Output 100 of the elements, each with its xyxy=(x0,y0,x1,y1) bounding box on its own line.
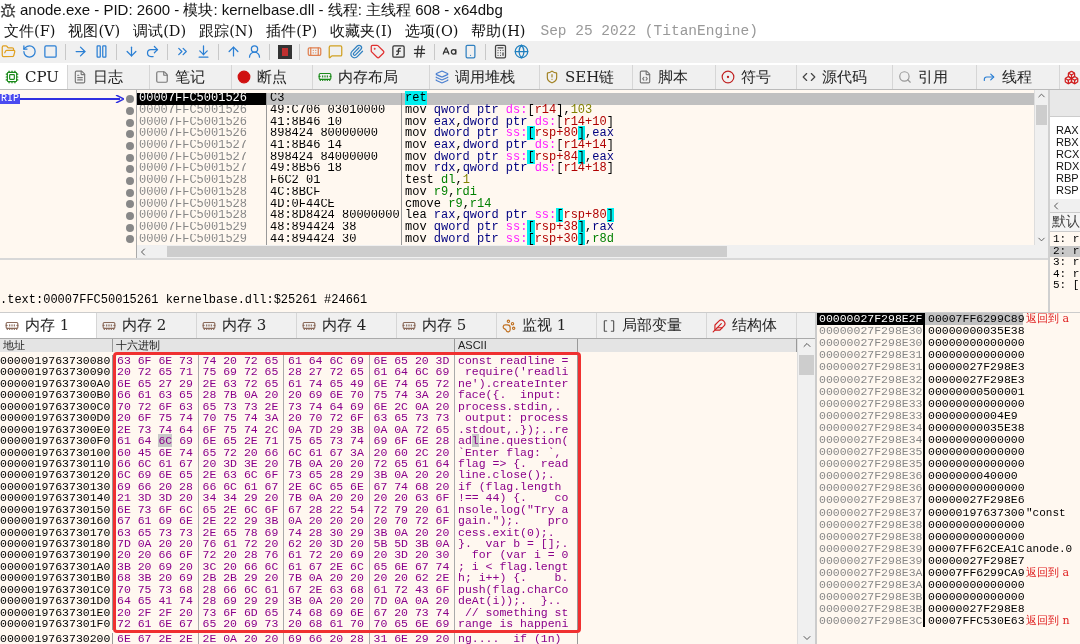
hex-cell: 60 45 6E 74 xyxy=(113,446,199,458)
menu-item[interactable]: 调试(D) xyxy=(129,21,196,41)
breakpoint-dot[interactable] xyxy=(126,200,134,209)
breakpoint-dot[interactable] xyxy=(126,165,134,174)
comment-cell-text: 返回到 a xyxy=(1025,313,1071,326)
bug-icon xyxy=(0,2,16,19)
info-line: .text:00007FFC50015261 kernelbase.dll:$25261 #24661 xyxy=(0,293,368,308)
bytes-cell: F6C2 01 xyxy=(267,175,402,187)
hex-cell: 28 7B 0A 20 xyxy=(198,389,284,401)
scroll-thumb[interactable] xyxy=(799,355,814,376)
comment-cell-text: 返回到 a xyxy=(1025,567,1071,580)
tab[interactable]: CPU xyxy=(0,64,68,90)
breakpoint-dot[interactable] xyxy=(126,188,134,197)
restart-icon[interactable] xyxy=(21,43,38,61)
scroll-thumb[interactable] xyxy=(167,246,727,258)
register-name: RDX xyxy=(1055,160,1080,173)
address-cell-text: 00000027F298E37 xyxy=(818,506,923,519)
breakpoint-dot[interactable] xyxy=(126,118,134,127)
hex-cell: 6E 73 6F 6C xyxy=(113,503,199,516)
ascii-cell: cess.exit(0);. xyxy=(455,526,578,539)
bytes-cell: 48:8D8424 80000000 xyxy=(267,210,402,222)
argument-row[interactable]: 1: r xyxy=(1050,234,1080,246)
hex-cell: 73 6F 6D 65 xyxy=(198,606,284,619)
address-cell: 00000197637300F0 xyxy=(0,435,113,447)
boxes-icon[interactable] xyxy=(1064,69,1079,85)
breakpoint-dot[interactable] xyxy=(126,95,134,104)
menu-item[interactable]: 插件(P) xyxy=(262,21,327,41)
hex-cell: 7D 0A 20 20 xyxy=(113,538,199,550)
tag-icon[interactable] xyxy=(369,43,386,61)
instruction-cell-text: mov r9,rdi xyxy=(404,186,478,199)
menu-item[interactable]: 跟踪(N) xyxy=(195,21,263,41)
hex-cell: 72 65 61 64 xyxy=(369,458,455,470)
hex-cell: 65 73 73 2E xyxy=(198,400,284,413)
bytes-cell: C3 xyxy=(267,93,402,105)
script-icon[interactable] xyxy=(276,43,293,61)
user-icon[interactable] xyxy=(246,43,263,61)
argument-row[interactable]: 2: r xyxy=(1050,245,1080,258)
hex-cell: 65 6E 67 74 xyxy=(369,560,455,573)
breakpoint-dot[interactable] xyxy=(126,106,134,115)
scroll-thumb[interactable] xyxy=(1036,105,1047,126)
hex-cell: 6E 74 65 72 xyxy=(369,377,455,390)
hex-cell: 62 20 3D 20 xyxy=(284,538,370,550)
hex-cell: 70 72 6F 63 xyxy=(113,400,199,413)
ascii-cell: range is happeni xyxy=(455,618,578,630)
breakpoint-dot[interactable] xyxy=(126,235,134,244)
ascii-cell: deAt(i));. }.. xyxy=(455,595,578,607)
argument-row[interactable]: 5: [ xyxy=(1050,280,1080,292)
address-cell: 00007FFC5001528 xyxy=(137,198,267,211)
tab[interactable]: 内存 1 xyxy=(0,313,97,339)
ascii-cell: gain.");. pro xyxy=(455,515,578,527)
breakpoint-dot[interactable] xyxy=(126,223,134,232)
horizontal-scrollbar[interactable] xyxy=(1050,199,1080,213)
hex-cell: 34 34 29 20 xyxy=(198,492,284,504)
hash-icon[interactable] xyxy=(411,43,428,61)
menu-item[interactable]: 视图(V) xyxy=(64,21,130,41)
hex-cell: 20 60 2C 20 xyxy=(369,446,455,458)
tab[interactable]: 默认 xyxy=(1050,212,1080,233)
breakpoint-dot[interactable] xyxy=(126,153,134,162)
device-icon[interactable] xyxy=(462,43,479,61)
hex-cell: 0A 0A 72 65 xyxy=(369,423,455,436)
hex-cell: 70 65 6E 69 xyxy=(369,618,455,630)
address-cell: 00007FFC5001527 xyxy=(137,163,267,176)
value-cell: 00000027F298E6 xyxy=(923,494,1023,507)
breakpoint-dot[interactable] xyxy=(126,176,134,185)
record-icon xyxy=(721,70,735,85)
hex-cell: 20 3D 20 30 xyxy=(369,549,455,561)
globe-icon[interactable] xyxy=(513,43,530,61)
ascii-cell: adline.question( xyxy=(455,435,578,447)
hex-cell: 6E 65 27 29 xyxy=(113,377,199,390)
menu-item[interactable]: 收藏夹(I) xyxy=(326,21,402,41)
breakpoint-dot[interactable] xyxy=(126,212,134,221)
breakpoint-dot[interactable] xyxy=(126,141,134,150)
value-cell: 00000000035E38 xyxy=(923,421,1023,434)
hex-cell: 74 20 72 65 xyxy=(198,355,284,367)
breakpoint-dot[interactable] xyxy=(126,130,134,139)
menu-item[interactable]: 选项(O) xyxy=(401,21,468,41)
hex-cell: 3B 20 69 20 xyxy=(113,560,199,573)
stop-icon[interactable] xyxy=(42,43,59,61)
comment-icon[interactable] xyxy=(327,43,344,61)
hex-cell: 61 72 43 6F xyxy=(369,583,455,596)
address-cell: 0000019763730190 xyxy=(0,549,113,561)
horizontal-scrollbar[interactable] xyxy=(137,245,1048,259)
menu-item[interactable]: 帮助(H) xyxy=(467,21,535,41)
pause-icon[interactable] xyxy=(93,43,110,61)
address-cell: 00000197637301D0 xyxy=(0,595,113,607)
hex-cell: 6C 61 67 3A xyxy=(284,446,370,458)
menu-item[interactable]: 文件(F) xyxy=(0,21,65,41)
address-cell-text: 00000027F298E31 xyxy=(818,349,923,362)
scrollbar[interactable] xyxy=(1034,90,1048,246)
argument-row[interactable]: 3: r xyxy=(1050,257,1080,269)
address-cell-text: 00000027F298E39 xyxy=(818,554,923,567)
hex-cell: 20 2F 2F 20 xyxy=(113,606,199,619)
function-icon[interactable] xyxy=(390,43,407,61)
address-cell: 00007FFC5001526 xyxy=(137,105,267,117)
calculator-icon[interactable] xyxy=(492,43,509,61)
scrollbar[interactable] xyxy=(797,339,815,644)
instruction-cell-text: ret xyxy=(404,93,428,105)
paperclip-icon[interactable] xyxy=(348,43,365,61)
argument-row[interactable]: 4: r xyxy=(1050,268,1080,281)
address-cell: 00007FFC5001529 xyxy=(137,221,267,234)
